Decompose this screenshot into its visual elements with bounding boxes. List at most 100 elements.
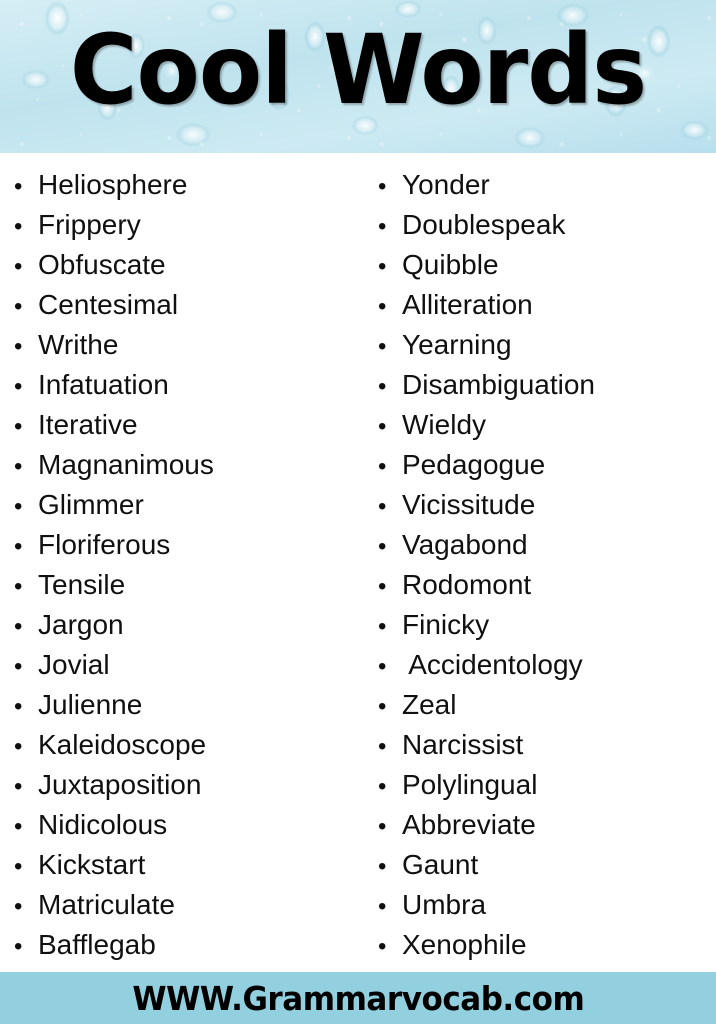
word-label: Tensile <box>38 569 126 600</box>
word-label: Floriferous <box>38 529 171 560</box>
list-item: • Frippery <box>14 205 358 245</box>
word-label: Zeal <box>402 689 457 720</box>
word-label: Magnanimous <box>38 449 214 480</box>
list-item: • Centesimal <box>14 285 358 325</box>
word-label: Jovial <box>38 649 110 680</box>
bullet-icon: • <box>378 413 387 440</box>
word-label: Centesimal <box>38 289 179 320</box>
bullet-icon: • <box>14 813 23 840</box>
bullet-icon: • <box>378 493 387 520</box>
word-label: Infatuation <box>38 369 169 400</box>
bullet-icon: • <box>14 693 23 720</box>
word-label: Heliosphere <box>38 169 188 200</box>
list-item: • Pedagogue <box>378 445 716 485</box>
bullet-icon: • <box>14 893 23 920</box>
list-item: • Floriferous <box>14 525 358 565</box>
list-item: • Nidicolous <box>14 805 358 845</box>
word-label: Doublespeak <box>402 209 566 240</box>
word-label: Abbreviate <box>402 809 536 840</box>
list-item: • Accidentology <box>378 645 716 685</box>
list-item: • Jovial <box>14 645 358 685</box>
word-label: Gaunt <box>402 849 479 880</box>
bullet-icon: • <box>378 693 387 720</box>
word-label: Frippery <box>38 209 141 240</box>
bullet-icon: • <box>14 773 23 800</box>
word-column-right: • Yonder • Doublespeak • Quibble • Alliteration… <box>358 165 716 972</box>
word-label: Quibble <box>402 249 499 280</box>
bullet-icon: • <box>378 573 387 600</box>
word-label: Yonder <box>402 169 490 200</box>
list-item: • Glimmer <box>14 485 358 525</box>
list-item: • Heliosphere <box>14 165 358 205</box>
bullet-icon: • <box>14 653 23 680</box>
bullet-icon: • <box>378 653 387 680</box>
list-item: • Infatuation <box>14 365 358 405</box>
bullet-icon: • <box>378 773 387 800</box>
word-label: Narcissist <box>402 729 524 760</box>
list-item: • Iterative <box>14 405 358 445</box>
word-label: Writhe <box>38 329 119 360</box>
list-item: • Kickstart <box>14 845 358 885</box>
word-label: Vagabond <box>402 529 528 560</box>
bullet-icon: • <box>378 613 387 640</box>
list-item: • Magnanimous <box>14 445 358 485</box>
list-item: • Disambiguation <box>378 365 716 405</box>
word-label: Juxtaposition <box>38 769 202 800</box>
word-label: Vicissitude <box>402 489 536 520</box>
bullet-icon: • <box>378 213 387 240</box>
word-label: Iterative <box>38 409 138 440</box>
list-item: • Narcissist <box>378 725 716 765</box>
list-item: • Vagabond <box>378 525 716 565</box>
bullet-icon: • <box>14 533 23 560</box>
list-item: • Polylingual <box>378 765 716 805</box>
list-item: • Bafflegab <box>14 925 358 965</box>
word-label: Pedagogue <box>402 449 546 480</box>
word-label: Jargon <box>38 609 124 640</box>
list-item: • Umbra <box>378 885 716 925</box>
list-item: • Alliteration <box>378 285 716 325</box>
bullet-icon: • <box>378 813 387 840</box>
word-label: Finicky <box>402 609 490 640</box>
bullet-icon: • <box>14 933 23 960</box>
website-url: WWW.Grammarvocab.com <box>132 978 584 1018</box>
bullet-icon: • <box>378 453 387 480</box>
word-label: Kaleidoscope <box>38 729 207 760</box>
list-item: • Yonder <box>378 165 716 205</box>
bullet-icon: • <box>14 333 23 360</box>
bullet-icon: • <box>14 493 23 520</box>
list-item: • Juxtaposition <box>14 765 358 805</box>
list-item: • Abbreviate <box>378 805 716 845</box>
word-label: Glimmer <box>38 489 144 520</box>
list-item: • Doublespeak <box>378 205 716 245</box>
poster-header: Cool Words <box>0 0 716 153</box>
bullet-icon: • <box>378 293 387 320</box>
word-label: Polylingual <box>402 769 538 800</box>
bullet-icon: • <box>14 253 23 280</box>
word-label: Disambiguation <box>402 369 595 400</box>
list-item: • Xenophile <box>378 925 716 965</box>
word-label: Umbra <box>402 889 487 920</box>
bullet-icon: • <box>14 453 23 480</box>
list-item: • Rodomont <box>378 565 716 605</box>
word-label: Xenophile <box>402 929 527 960</box>
list-item: • Gaunt <box>378 845 716 885</box>
list-item: • Quibble <box>378 245 716 285</box>
list-item: • Kaleidoscope <box>14 725 358 765</box>
bullet-icon: • <box>14 733 23 760</box>
list-item: • Jargon <box>14 605 358 645</box>
word-column-left: • Heliosphere • Frippery • Obfuscate • Centesim… <box>0 165 358 972</box>
bullet-icon: • <box>14 573 23 600</box>
word-label: Yearning <box>402 329 512 360</box>
list-item: • Julienne <box>14 685 358 725</box>
bullet-icon: • <box>14 373 23 400</box>
bullet-icon: • <box>378 253 387 280</box>
bullet-icon: • <box>14 413 23 440</box>
list-item: • Yearning <box>378 325 716 365</box>
page-title: Cool Words <box>69 14 647 126</box>
word-list-body: • Heliosphere • Frippery • Obfuscate • Centesim… <box>0 153 716 972</box>
bullet-icon: • <box>378 173 387 200</box>
bullet-icon: • <box>378 533 387 560</box>
list-item: • Finicky <box>378 605 716 645</box>
bullet-icon: • <box>14 613 23 640</box>
list-item: • Matriculate <box>14 885 358 925</box>
